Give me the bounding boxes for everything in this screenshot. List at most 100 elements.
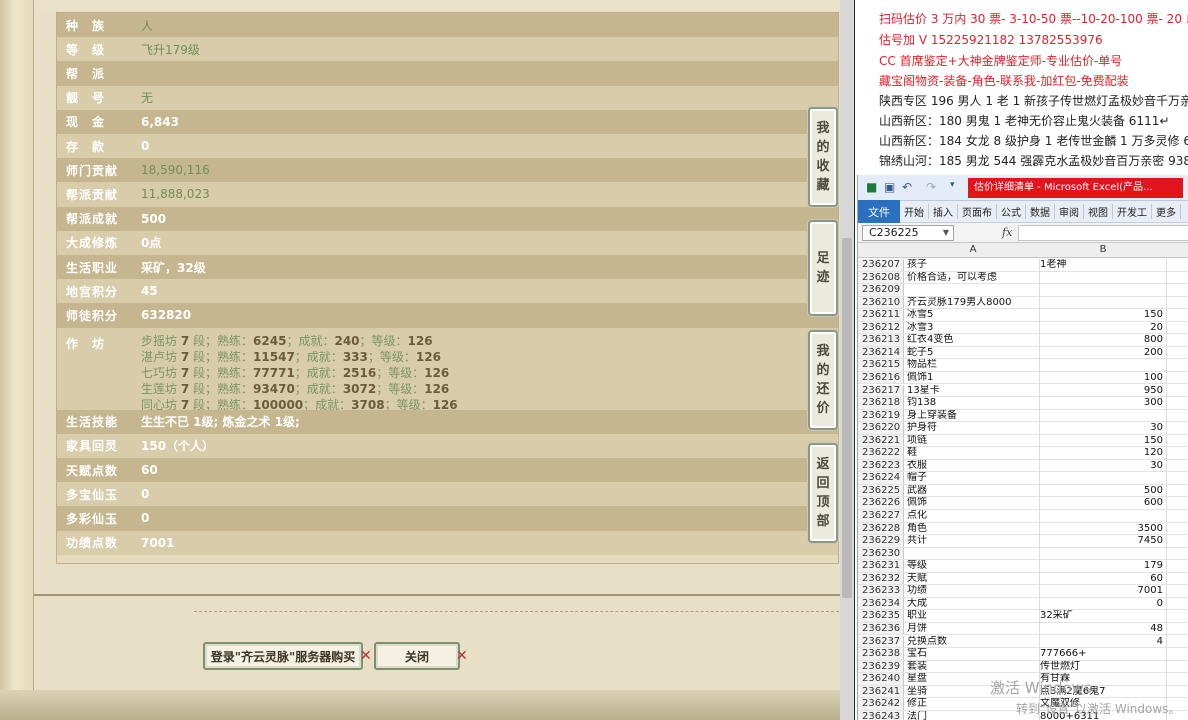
row-number[interactable]: 236214 [858,346,904,359]
row-number[interactable]: 236228 [858,522,904,535]
name-box[interactable]: C236225 ▼ [862,224,954,241]
spreadsheet-row[interactable]: 236217 13星卡 950 [858,384,1188,398]
cell-b[interactable]: 32采矿 [1040,610,1166,622]
spreadsheet-row[interactable]: 236207 孩子 1老神 [858,259,1188,272]
spreadsheet-grid[interactable]: 236207 孩子 1老神 236208 价格合适，可以考虑 236209 236210 齐云… [858,259,1188,720]
row-number[interactable]: 236240 [858,673,904,685]
cell-a[interactable]: 佩饰1 [907,372,1039,384]
spreadsheet-row[interactable]: 236218 钧138 300 [858,397,1188,410]
ribbon-tab[interactable]: 页面布 [958,204,997,219]
cell-a[interactable]: 蛇子5 [907,347,1039,359]
cell-a[interactable]: 齐云灵脉179男人8000 [907,297,1039,309]
spreadsheet-row[interactable]: 236229 共计 7450 [858,535,1188,548]
login-buy-button[interactable]: 登录"齐云灵脉"服务器购买 [203,642,363,670]
spreadsheet-row[interactable]: 236213 红衣4变色 800 [858,334,1188,347]
my-favorites-tab[interactable]: 我的收藏 [808,107,838,207]
cell-b[interactable]: 600 [1040,497,1166,509]
spreadsheet-row[interactable]: 236234 大成 0 [858,597,1188,611]
row-number[interactable]: 236215 [858,359,904,371]
spreadsheet-row[interactable]: 236215 物品栏 [858,359,1188,372]
row-number[interactable]: 236234 [858,597,904,610]
spreadsheet-row[interactable]: 236209 [858,284,1188,297]
cell-b[interactable]: 3500 [1040,523,1166,535]
spreadsheet-row[interactable]: 236220 护身符 30 [858,422,1188,435]
cell-a[interactable]: 价格合适，可以考虑 [907,272,1039,284]
row-number[interactable]: 236225 [858,484,904,497]
cell-a[interactable]: 佩饰 [907,497,1039,509]
spreadsheet-row[interactable]: 236226 佩饰 600 [858,497,1188,510]
row-number[interactable]: 236238 [858,648,904,660]
row-number[interactable]: 236242 [858,698,904,710]
cell-a[interactable]: 职业 [907,610,1039,622]
save-icon[interactable]: ▣ [884,180,895,194]
spreadsheet-row[interactable]: 236219 身上穿装备 [858,409,1188,423]
row-number[interactable]: 236227 [858,510,904,522]
row-number[interactable]: 236212 [858,321,904,334]
row-number[interactable]: 236217 [858,384,904,397]
row-number[interactable]: 236236 [858,622,904,635]
cell-b[interactable]: 30 [1040,422,1166,434]
cell-b[interactable]: 950 [1040,385,1166,397]
spreadsheet-row[interactable]: 236212 冰雪3 20 [858,321,1188,335]
row-number[interactable]: 236223 [858,459,904,472]
column-header-a[interactable]: A [907,244,1039,255]
spreadsheet-row[interactable]: 236239 套装 传世燃灯 [858,660,1188,674]
spreadsheet-row[interactable]: 236216 佩饰1 100 [858,371,1188,385]
cell-a[interactable]: 天赋 [907,573,1039,585]
function-icon[interactable]: fx [1002,226,1012,239]
spreadsheet-row[interactable]: 236210 齐云灵脉179男人8000 [858,296,1188,310]
spreadsheet-row[interactable]: 236237 兑换点数 4 [858,635,1188,649]
cell-b[interactable]: 777666+ [1040,648,1166,660]
spreadsheet-row[interactable]: 236238 宝石 777666+ [858,648,1188,661]
cell-b[interactable]: 120 [1040,447,1166,459]
row-number[interactable]: 236243 [858,710,904,720]
undo-icon[interactable]: ↶ [902,180,912,194]
cell-a[interactable]: 冰雪3 [907,322,1039,334]
row-number[interactable]: 236216 [858,371,904,384]
cell-b[interactable]: 1老神 [1040,259,1166,271]
cell-a[interactable]: 鞋 [907,447,1039,459]
ribbon-tab[interactable]: 视图 [1084,204,1113,219]
ribbon-tab[interactable]: 公式 [997,204,1026,219]
quick-access-dropdown-icon[interactable]: ▾ [950,180,955,190]
row-number[interactable]: 236230 [858,547,904,560]
cell-b[interactable]: 100 [1040,372,1166,384]
spreadsheet-row[interactable]: 236211 冰雪5 150 [858,309,1188,322]
row-number[interactable]: 236219 [858,409,904,422]
cell-a[interactable]: 角色 [907,523,1039,535]
cell-a[interactable]: 等级 [907,560,1039,572]
scrollbar-thumb[interactable] [842,238,852,598]
spreadsheet-row[interactable]: 236233 功绩 7001 [858,585,1188,598]
row-number[interactable]: 236239 [858,660,904,673]
cell-a[interactable]: 钧138 [907,397,1039,409]
cell-a[interactable]: 点化 [907,510,1039,522]
row-number[interactable]: 236231 [858,560,904,572]
cell-b[interactable]: 150 [1040,435,1166,447]
cell-b[interactable]: 300 [1040,397,1166,409]
cell-b[interactable]: 传世燃灯 [1040,661,1166,673]
row-number[interactable]: 236241 [858,685,904,698]
column-header-b[interactable]: B [1040,244,1166,255]
cell-a[interactable]: 大成 [907,598,1039,610]
spreadsheet-row[interactable]: 236231 等级 179 [858,560,1188,573]
formula-input[interactable] [1018,224,1188,241]
row-number[interactable]: 236224 [858,472,904,484]
my-bargain-tab[interactable]: 我的还价 [808,330,838,430]
back-to-top-tab[interactable]: 返回顶部 [808,443,838,543]
ribbon-tab[interactable]: 开发工 [1113,204,1152,219]
close-button[interactable]: 关闭 [374,642,460,670]
cell-a[interactable]: 套装 [907,661,1039,673]
cell-a[interactable]: 共计 [907,535,1039,547]
cell-b[interactable]: 0 [1040,598,1166,610]
row-number[interactable]: 236209 [858,284,904,296]
cell-b[interactable]: 150 [1040,309,1166,321]
cell-a[interactable]: 身上穿装备 [907,410,1039,422]
cell-a[interactable]: 宝石 [907,648,1039,660]
cell-a[interactable]: 红衣4变色 [907,334,1039,346]
row-number[interactable]: 236237 [858,635,904,648]
ribbon-tab[interactable]: 审阅 [1055,204,1084,219]
spreadsheet-row[interactable]: 236227 点化 [858,510,1188,523]
spreadsheet-row[interactable]: 236214 蛇子5 200 [858,346,1188,360]
spreadsheet-row[interactable]: 236221 项链 150 [858,434,1188,448]
redo-icon[interactable]: ↷ [926,180,936,194]
